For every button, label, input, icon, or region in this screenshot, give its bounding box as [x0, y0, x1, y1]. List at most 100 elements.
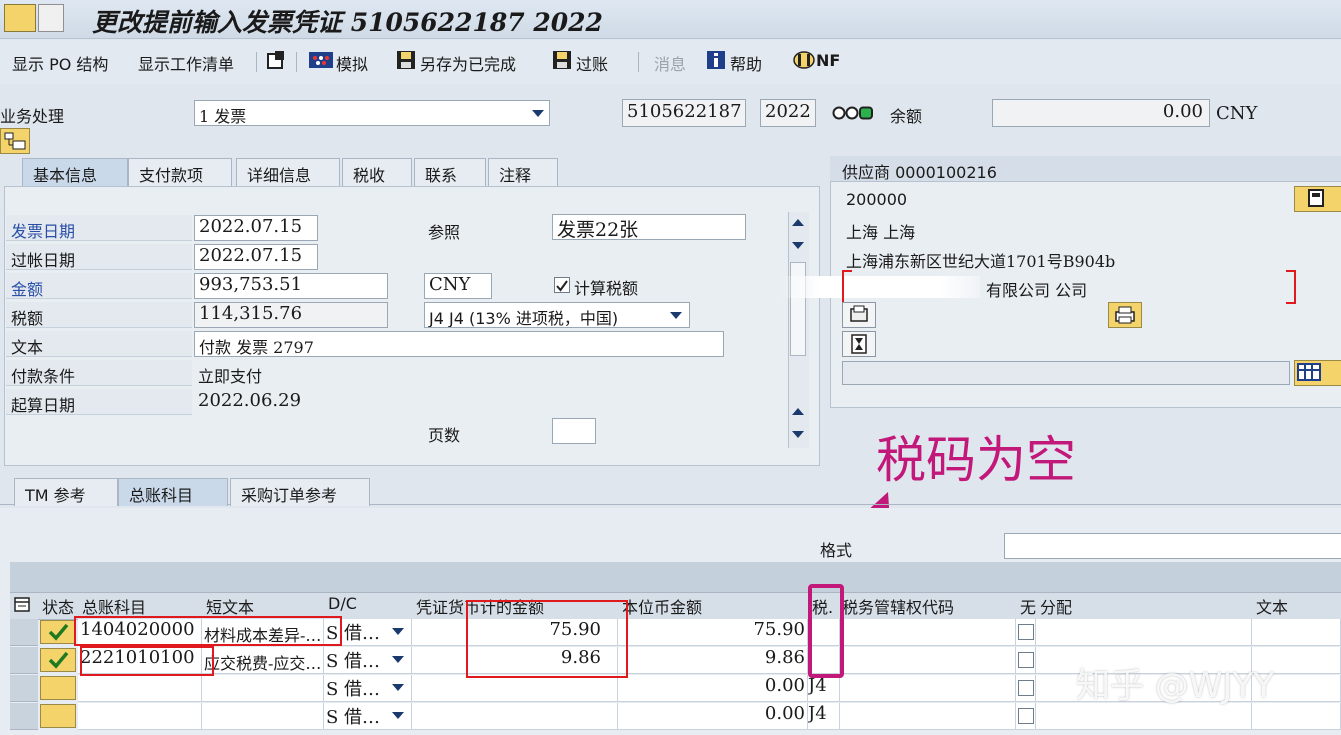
worklist-button[interactable]: 显示工作清单 — [138, 51, 234, 75]
tab-basic[interactable]: 基本信息 — [22, 158, 128, 186]
nf-button[interactable]: NF — [816, 51, 840, 70]
save-icon[interactable] — [396, 50, 416, 70]
layout-field[interactable] — [1004, 533, 1341, 559]
vendor-bank-field[interactable] — [842, 361, 1290, 385]
calc-tax-checkbox[interactable] — [554, 277, 570, 293]
chevron-down-icon[interactable] — [532, 110, 544, 117]
post-icon[interactable] — [552, 50, 572, 70]
copy-icon — [850, 305, 868, 322]
save-complete-button[interactable]: 另存为已完成 — [420, 51, 516, 75]
assignment-cell[interactable] — [1036, 703, 1252, 730]
vendor-hourglass-button[interactable] — [842, 331, 876, 357]
tax-code-select[interactable]: J4 J4 (13% 进项税，中国) — [424, 302, 690, 328]
text-cell[interactable] — [1252, 703, 1341, 730]
col-no-tax[interactable]: 无 — [1020, 594, 1036, 618]
tab-po-reference[interactable]: 采购订单参考 — [230, 478, 370, 506]
doc-number-field: 5105622187 — [622, 99, 746, 127]
tax-code-cell[interactable]: J4 — [808, 675, 840, 702]
text-cell[interactable] — [1252, 619, 1341, 646]
pages-field[interactable] — [552, 418, 596, 444]
doc-amount-cell[interactable] — [412, 675, 618, 702]
tab-tm-reference[interactable]: TM 参考 — [14, 478, 118, 506]
tab-gl-account[interactable]: 总账科目 — [118, 478, 228, 506]
currency-field[interactable]: CNY — [424, 273, 492, 299]
chevron-down-icon[interactable] — [392, 628, 404, 635]
vendor-print-button[interactable] — [1108, 302, 1142, 328]
nf-icon[interactable] — [792, 50, 816, 70]
jurisdiction-cell[interactable] — [840, 647, 1016, 674]
jurisdiction-cell[interactable] — [840, 619, 1016, 646]
row-selector[interactable] — [10, 703, 38, 730]
gl-account-cell[interactable] — [78, 703, 202, 730]
tab-tax[interactable]: 税收 — [342, 158, 412, 186]
help-button[interactable]: 帮助 — [730, 51, 762, 75]
column-config-icon[interactable] — [14, 597, 32, 613]
status-badge — [40, 704, 76, 728]
text-field[interactable]: 付款 发票 2797 — [194, 331, 724, 357]
col-dc[interactable]: D/C — [328, 594, 357, 613]
balance-field: 0.00 — [992, 99, 1210, 127]
col-text[interactable]: 文本 — [1256, 594, 1288, 618]
jurisdiction-cell[interactable] — [840, 675, 1016, 702]
tab-contact[interactable]: 联系 — [414, 158, 486, 186]
chevron-down-icon[interactable] — [392, 712, 404, 719]
col-tax-jurisdiction[interactable]: 税务管辖权代码 — [842, 594, 954, 618]
vendor-copy-button[interactable] — [842, 302, 876, 328]
col-gl-account[interactable]: 总账科目 — [82, 594, 146, 618]
no-tax-checkbox[interactable] — [1018, 680, 1034, 696]
vendor-bank-button[interactable] — [1294, 360, 1341, 386]
reference-label: 参照 — [428, 223, 461, 242]
post-button[interactable]: 过账 — [576, 51, 608, 75]
scroll-up-icon[interactable] — [791, 217, 805, 227]
scroll-down-icon[interactable] — [791, 430, 805, 440]
scroll-down-icon[interactable] — [791, 241, 805, 251]
no-tax-checkbox[interactable] — [1018, 708, 1034, 724]
help-icon[interactable] — [706, 50, 726, 70]
back-icon[interactable] — [38, 4, 64, 32]
tab-notes[interactable]: 注释 — [488, 158, 558, 186]
col-short-text[interactable]: 短文本 — [206, 594, 254, 618]
tab-payment[interactable]: 支付款项 — [128, 158, 232, 186]
jurisdiction-cell[interactable] — [840, 703, 1016, 730]
transaction-select[interactable]: 1 发票 — [194, 100, 550, 126]
chevron-down-icon[interactable] — [392, 656, 404, 663]
posting-date-field[interactable]: 2022.07.15 — [194, 244, 318, 270]
simulate-button[interactable]: 模拟 — [336, 51, 368, 75]
pages-label: 页数 — [428, 426, 461, 445]
chevron-down-icon[interactable] — [670, 312, 682, 319]
vendor-detail-button[interactable] — [1294, 186, 1341, 212]
messages-button[interactable]: 消息 — [654, 51, 686, 75]
amount-field[interactable]: 993,753.51 — [194, 273, 388, 299]
baseline-date-value: 2022.06.29 — [198, 390, 302, 411]
hourglass-icon — [851, 334, 867, 354]
short-text-cell: 应交税费-应交… — [202, 647, 324, 674]
layout-icon[interactable] — [266, 50, 286, 70]
highlight-box — [74, 616, 342, 646]
window-title: 更改提前输入发票凭证 5105622187 2022 — [92, 8, 603, 37]
tab-details[interactable]: 详细信息 — [236, 158, 340, 186]
no-tax-checkbox[interactable] — [1018, 624, 1034, 640]
chevron-down-icon[interactable] — [392, 684, 404, 691]
show-po-button[interactable]: 显示 PO 结构 — [12, 51, 108, 75]
reference-field[interactable]: 发票22张 — [552, 214, 746, 240]
col-local-amount[interactable]: 本位币金额 — [622, 594, 702, 618]
col-status[interactable]: 状态 — [42, 594, 74, 618]
assignment-cell[interactable] — [1036, 619, 1252, 646]
col-assignment[interactable]: 分配 — [1040, 594, 1072, 618]
menu-icon[interactable] — [4, 4, 36, 32]
row-selector[interactable] — [10, 619, 38, 646]
payment-terms-value: 立即支付 — [198, 367, 263, 386]
printer-icon — [1115, 306, 1135, 324]
scroll-up-icon[interactable] — [791, 406, 805, 416]
no-tax-checkbox[interactable] — [1018, 652, 1034, 668]
row-selector[interactable] — [10, 675, 38, 702]
tax-amount-label: 税额 — [6, 302, 192, 328]
invoice-date-field[interactable]: 2022.07.15 — [194, 215, 318, 241]
calc-tax-label: 计算税额 — [574, 279, 639, 298]
simulate-icon[interactable] — [308, 50, 334, 70]
expand-header-button[interactable] — [0, 128, 30, 154]
tax-code-cell[interactable]: J4 — [808, 703, 840, 730]
gl-account-cell[interactable] — [78, 675, 202, 702]
row-selector[interactable] — [10, 647, 38, 674]
doc-amount-cell[interactable] — [412, 703, 618, 730]
